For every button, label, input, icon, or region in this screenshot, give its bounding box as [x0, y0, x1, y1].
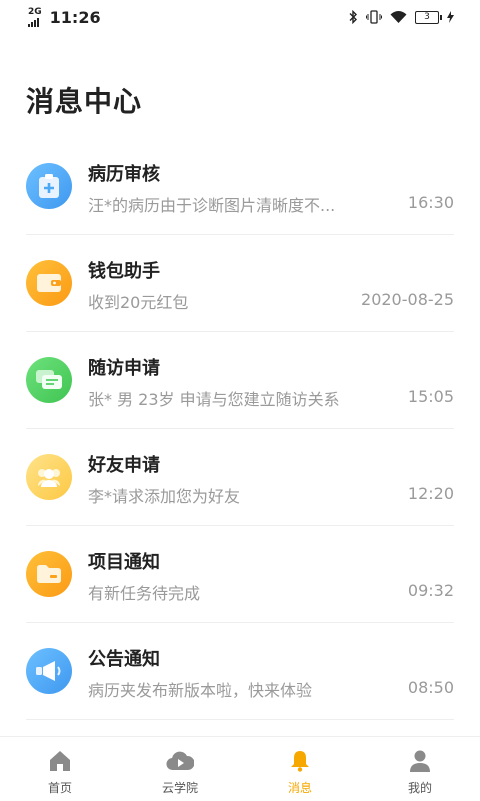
message-item-wallet[interactable]: 钱包助手 收到20元红包 2020-08-25: [26, 235, 454, 332]
battery-level: 3: [424, 11, 430, 22]
message-title: 公告通知: [88, 649, 160, 670]
page-title: 消息中心: [26, 85, 143, 118]
status-left: 2G 11:26: [28, 8, 101, 27]
megaphone-icon: [26, 648, 72, 694]
bottom-nav: 首页 云学院 消息 我的: [0, 736, 480, 801]
battery-icon: 3: [415, 10, 442, 24]
message-time: 16:30: [407, 193, 454, 212]
message-preview: 有新任务待完成: [88, 584, 201, 603]
status-time: 11:26: [49, 8, 101, 27]
vibrate-icon: [366, 10, 382, 24]
person-icon: [410, 750, 430, 772]
bell-icon: [291, 751, 309, 772]
message-item-friend-request[interactable]: 好友申请 李*请求添加您为好友 12:20: [26, 429, 454, 526]
wallet-icon: [26, 260, 72, 306]
message-title: 随访申请: [88, 358, 160, 379]
message-preview: 病历夹发布新版本啦，快来体验: [88, 681, 313, 700]
message-preview: 李*请求添加您为好友: [88, 487, 241, 506]
message-time: 08:50: [407, 678, 454, 697]
nav-label: 首页: [47, 781, 72, 795]
message-item-followup[interactable]: 随访申请 张* 男 23岁 申请与您建立随访关系 15:05: [26, 332, 454, 429]
nav-label: 消息: [287, 781, 312, 795]
message-item-medical-review[interactable]: 病历审核 汪*的病历由于诊断图片清晰度不... 16:30: [26, 138, 454, 235]
message-preview: 张* 男 23岁 申请与您建立随访关系: [88, 390, 340, 409]
wifi-icon: [390, 10, 407, 23]
nav-label: 我的: [407, 781, 432, 795]
message-item-project[interactable]: 项目通知 有新任务待完成 09:32: [26, 526, 454, 623]
charging-icon: [447, 11, 454, 23]
chat-icon: [26, 357, 72, 403]
status-right: 3: [348, 10, 454, 24]
network-indicator: 2G: [28, 8, 42, 27]
nav-label: 云学院: [161, 781, 198, 795]
message-title: 好友申请: [88, 455, 160, 476]
folder-icon: [26, 551, 72, 597]
message-title: 病历审核: [88, 164, 160, 185]
signal-icon: [28, 17, 39, 27]
message-preview: 收到20元红包: [88, 293, 189, 312]
message-time: 09:32: [407, 581, 454, 600]
message-time: 12:20: [407, 484, 454, 503]
friends-icon: [26, 454, 72, 500]
message-preview: 汪*的病历由于诊断图片清晰度不...: [88, 196, 336, 215]
nav-item-home[interactable]: 首页: [0, 737, 120, 801]
message-item-announcement[interactable]: 公告通知 病历夹发布新版本啦，快来体验 08:50: [26, 623, 454, 720]
nav-item-messages[interactable]: 消息: [240, 737, 360, 801]
nav-item-profile[interactable]: 我的: [360, 737, 480, 801]
network-type: 2G: [28, 7, 42, 17]
message-time: 2020-08-25: [361, 290, 454, 309]
message-time: 15:05: [407, 387, 454, 406]
cloud-play-icon: [166, 751, 194, 771]
message-title: 钱包助手: [88, 261, 160, 282]
home-icon: [50, 751, 70, 771]
message-title: 项目通知: [88, 552, 160, 573]
nav-item-academy[interactable]: 云学院: [120, 737, 240, 801]
status-bar: 2G 11:26 3: [0, 0, 480, 36]
medical-record-icon: [26, 163, 72, 209]
bluetooth-icon: [349, 10, 357, 24]
message-list: 病历审核 汪*的病历由于诊断图片清晰度不... 16:30 钱包助手 收到20元…: [26, 138, 454, 720]
